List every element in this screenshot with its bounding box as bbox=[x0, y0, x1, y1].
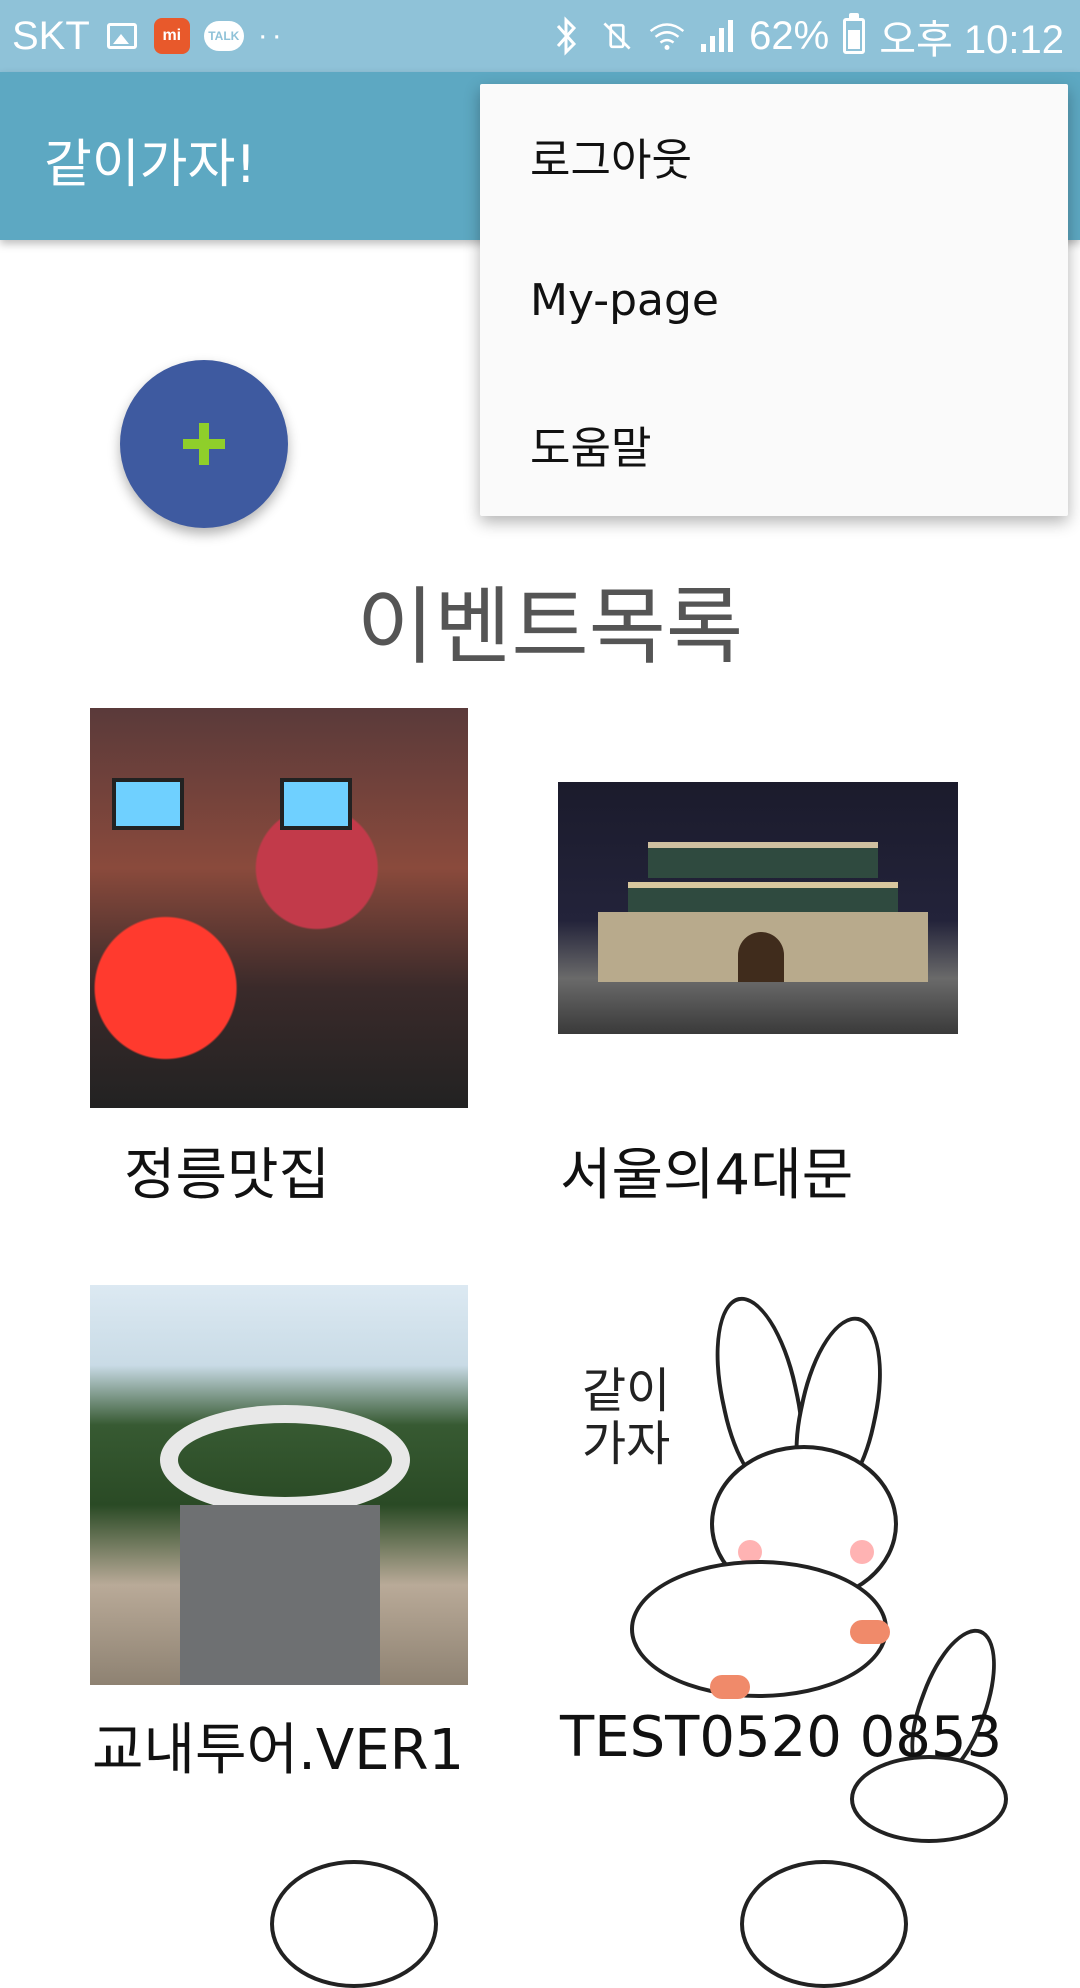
kakaotalk-icon: TALK bbox=[203, 21, 244, 51]
bunny-image-peek bbox=[740, 1860, 908, 1988]
sticker-text: 같이 가자 bbox=[582, 1363, 671, 1472]
vibrate-mute-icon bbox=[599, 18, 635, 54]
more-notifications-icon: ·· bbox=[257, 19, 286, 52]
bluetooth-icon bbox=[549, 16, 585, 56]
wifi-icon bbox=[649, 18, 685, 54]
signal-icon bbox=[699, 18, 735, 54]
event-title-2[interactable]: 서울의4대문 bbox=[560, 1130, 853, 1211]
bunny-foot-image bbox=[710, 1675, 750, 1699]
sculpture-ring-image bbox=[160, 1405, 410, 1515]
plus-icon bbox=[183, 423, 225, 465]
status-bar-right: 62% 오후 10:12 bbox=[549, 7, 1064, 65]
bunny-foot-image bbox=[850, 1620, 890, 1644]
menu-item-help[interactable]: 도움말 bbox=[480, 372, 1068, 516]
gate-roof-lower-image bbox=[628, 882, 898, 914]
event-title-4[interactable]: TEST0520 0853 bbox=[560, 1705, 1002, 1770]
gate-roof-image bbox=[648, 842, 878, 878]
battery-percent: 62% bbox=[749, 13, 830, 58]
section-title: 이벤트목록 bbox=[356, 578, 744, 676]
event-image-1[interactable] bbox=[90, 708, 468, 1108]
add-event-button[interactable] bbox=[120, 360, 288, 528]
event-title-1[interactable]: 정릉맛집 bbox=[124, 1130, 330, 1211]
event-title-3[interactable]: 교내투어.VER1 bbox=[92, 1705, 464, 1786]
menu-item-logout[interactable]: 로그아웃 bbox=[480, 84, 1068, 228]
battery-icon bbox=[843, 13, 866, 54]
gate-arch-image bbox=[738, 932, 784, 982]
bunny-cheek-image bbox=[850, 1540, 874, 1564]
gallery-icon bbox=[104, 18, 140, 54]
bunny-image-peek bbox=[270, 1860, 438, 1988]
overflow-menu: 로그아웃 My-page 도움말 bbox=[480, 84, 1068, 516]
sculpture-pedestal-image bbox=[180, 1505, 380, 1685]
clock: 오후 10:12 bbox=[879, 18, 1064, 62]
tv-screen-image bbox=[112, 778, 184, 830]
event-image-3[interactable] bbox=[90, 1285, 468, 1685]
app-title: 같이가자! bbox=[44, 135, 257, 195]
menu-item-mypage[interactable]: My-page bbox=[480, 228, 1068, 372]
tv-screen-image bbox=[280, 778, 352, 830]
mi-app-icon: mi bbox=[153, 18, 190, 54]
status-bar: SKT mi TALK ·· 62% 오후 10:12 bbox=[0, 0, 1080, 72]
carrier-label: SKT bbox=[12, 13, 90, 58]
status-bar-left: SKT mi TALK ·· bbox=[12, 14, 286, 59]
event-image-2[interactable] bbox=[558, 782, 958, 1034]
